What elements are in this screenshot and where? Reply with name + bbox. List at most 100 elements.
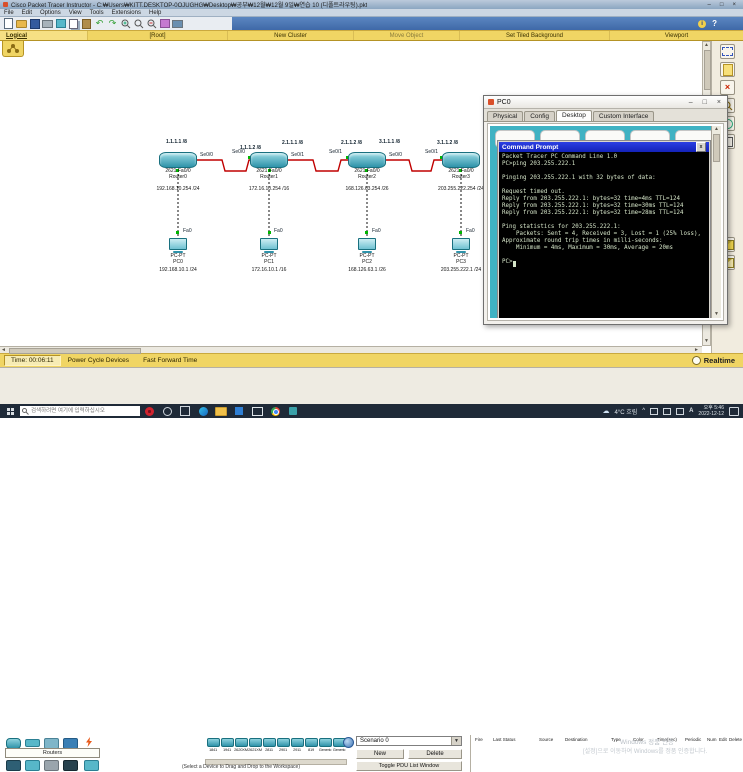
router0-device[interactable]: 2621 Fa0/0 Router0 192.168.10.254 /24 <box>143 152 213 192</box>
undo-icon[interactable]: ↶ <box>94 18 105 29</box>
scenario-dropdown[interactable]: Scenario 0 ▼ <box>356 736 462 746</box>
scroll-thumb[interactable] <box>704 50 711 90</box>
tab-logical[interactable]: Logical <box>0 31 88 40</box>
maximize-icon[interactable]: □ <box>703 99 707 106</box>
tray-display-icon[interactable] <box>663 407 672 415</box>
scroll-down-icon[interactable]: ▼ <box>714 312 719 317</box>
viewport-button[interactable]: Viewport <box>610 31 743 40</box>
ip-note-1[interactable]: 1.1.1.1 /8 <box>166 139 187 145</box>
custom-devices-icon[interactable] <box>172 18 183 29</box>
ip-note-3[interactable]: 2.1.1.1 /8 <box>282 140 303 146</box>
category-emulation-icon[interactable] <box>44 760 59 771</box>
pc0-config-window[interactable]: PC0 – □ × Physical Config Desktop Custom… <box>483 95 728 325</box>
file-explorer-icon[interactable] <box>212 406 230 416</box>
model-2901[interactable]: 2901 <box>276 738 290 752</box>
pc2-device[interactable]: PC-PT PC2 168.126.63.1 /26 <box>332 238 402 273</box>
scroll-thumb[interactable] <box>713 134 720 162</box>
menu-edit[interactable]: Edit <box>22 10 32 16</box>
print-icon[interactable] <box>42 18 53 29</box>
pc-window-titlebar[interactable]: PC0 – □ × <box>484 96 727 109</box>
scroll-down-icon[interactable]: ▼ <box>704 339 709 344</box>
device-note[interactable]: 192.168.10.254 /24 <box>143 186 213 192</box>
weather-cloud-icon[interactable]: ☁ <box>602 407 609 415</box>
paste-icon[interactable] <box>81 18 92 29</box>
category-connections-icon[interactable] <box>86 737 92 747</box>
pc-icon[interactable] <box>332 238 402 253</box>
power-cycle-devices-button[interactable]: Power Cycle Devices <box>61 356 136 365</box>
model-2621xm[interactable]: 2621XM <box>248 738 262 752</box>
scroll-right-icon[interactable]: ► <box>694 348 699 353</box>
desktop-scrollbar[interactable]: ▲ ▼ <box>711 126 721 318</box>
menu-file[interactable]: File <box>4 10 14 16</box>
router2-device[interactable]: 2621 Fa0/0 Router2 168.126.63.254 /26 <box>332 152 402 192</box>
tray-volume-icon[interactable] <box>676 407 685 415</box>
scroll-thumb[interactable] <box>9 348 141 354</box>
model-2911[interactable]: 2911 <box>290 738 304 752</box>
new-file-icon[interactable] <box>3 18 14 29</box>
set-tiled-background-button[interactable]: Set Tiled Background <box>460 31 610 40</box>
zoom-out-icon[interactable] <box>146 18 157 29</box>
device-note[interactable]: 168.126.63.254 /26 <box>332 186 402 192</box>
scenario-delete-button[interactable]: Delete <box>408 749 462 759</box>
open-file-icon[interactable] <box>16 18 27 29</box>
tab-custom-interface[interactable]: Custom Interface <box>592 111 655 121</box>
device-note[interactable]: 168.126.63.1 /26 <box>332 267 402 273</box>
router-icon[interactable] <box>348 152 386 168</box>
fast-forward-time-button[interactable]: Fast Forward Time <box>136 356 204 365</box>
device-note[interactable]: 172.16.10.254 /16 <box>234 186 304 192</box>
device-note[interactable]: 172.16.10.1 /16 <box>234 267 304 273</box>
tab-config[interactable]: Config <box>524 111 556 121</box>
weather-text[interactable]: 4°C 흐림 <box>614 407 637 416</box>
router-icon[interactable] <box>159 152 197 168</box>
pc0-device[interactable]: PC-PT PC0 192.168.10.1 /24 <box>143 238 213 273</box>
packet-tracer-taskbar-icon[interactable] <box>284 407 302 415</box>
pc-icon[interactable] <box>143 238 213 253</box>
menu-tools[interactable]: Tools <box>90 10 104 16</box>
menu-help[interactable]: Help <box>149 10 161 16</box>
menu-extensions[interactable]: Extensions <box>112 10 141 16</box>
close-icon[interactable]: × <box>717 99 721 106</box>
realtime-tab[interactable]: Realtime <box>691 356 735 365</box>
mail-icon[interactable] <box>248 406 266 416</box>
terminal-text[interactable]: Packet Tracer PC Command Line 1.0 PC>pin… <box>499 152 709 268</box>
terminal-output[interactable]: Packet Tracer PC Command Line 1.0 PC>pin… <box>499 152 709 318</box>
notification-center-icon[interactable] <box>729 406 739 416</box>
minimize-icon[interactable]: – <box>689 99 693 106</box>
scenario-new-button[interactable]: New <box>356 749 404 759</box>
save-icon[interactable] <box>29 18 40 29</box>
hidden-icons-chevron[interactable]: ^ <box>642 408 645 414</box>
ip-note-5[interactable]: 3.1.1.1 /8 <box>379 139 400 145</box>
close-icon[interactable]: × <box>732 2 736 8</box>
category-end-devices-icon[interactable] <box>6 760 21 771</box>
new-cluster-button[interactable]: New Cluster <box>228 31 354 40</box>
workspace-horizontal-scrollbar[interactable]: ◄ ► <box>0 346 702 354</box>
close-icon[interactable]: x <box>696 142 706 152</box>
model-1841[interactable]: 1841 <box>206 738 220 752</box>
router-icon[interactable] <box>442 152 480 168</box>
device-note[interactable]: 192.168.10.1 /24 <box>143 267 213 273</box>
redo-icon[interactable]: ↷ <box>107 18 118 29</box>
ime-indicator[interactable]: A <box>689 408 693 414</box>
router1-device[interactable]: 2621 Fa0/0 Router1 172.16.10.254 /16 <box>234 152 304 192</box>
delete-tool-icon[interactable]: × <box>720 80 735 95</box>
ip-note-6[interactable]: 3.1.1.2 /8 <box>437 140 458 146</box>
move-object-button[interactable]: Move Object <box>354 31 460 40</box>
tab-desktop[interactable]: Desktop <box>556 110 592 121</box>
drawing-palette-icon[interactable] <box>159 18 170 29</box>
zoom-in-icon[interactable] <box>120 18 131 29</box>
model-1941[interactable]: 1941 <box>220 738 234 752</box>
taskbar-search[interactable] <box>20 406 140 416</box>
ip-note-4[interactable]: 2.1.1.2 /8 <box>341 140 362 146</box>
category-multiuser-icon[interactable] <box>63 760 78 771</box>
scroll-up-icon[interactable]: ▲ <box>704 43 709 48</box>
scroll-up-icon[interactable]: ▲ <box>714 127 719 132</box>
tray-network-icon[interactable] <box>650 407 659 415</box>
copy-icon[interactable] <box>68 18 79 29</box>
edge-icon[interactable] <box>194 406 212 416</box>
model-819[interactable]: 819 <box>304 738 318 752</box>
model-2811[interactable]: 2811 <box>262 738 276 752</box>
menu-options[interactable]: Options <box>40 10 61 16</box>
store-icon[interactable] <box>230 407 248 415</box>
place-note-tool-icon[interactable] <box>720 62 735 77</box>
scroll-left-icon[interactable]: ◄ <box>1 348 6 353</box>
